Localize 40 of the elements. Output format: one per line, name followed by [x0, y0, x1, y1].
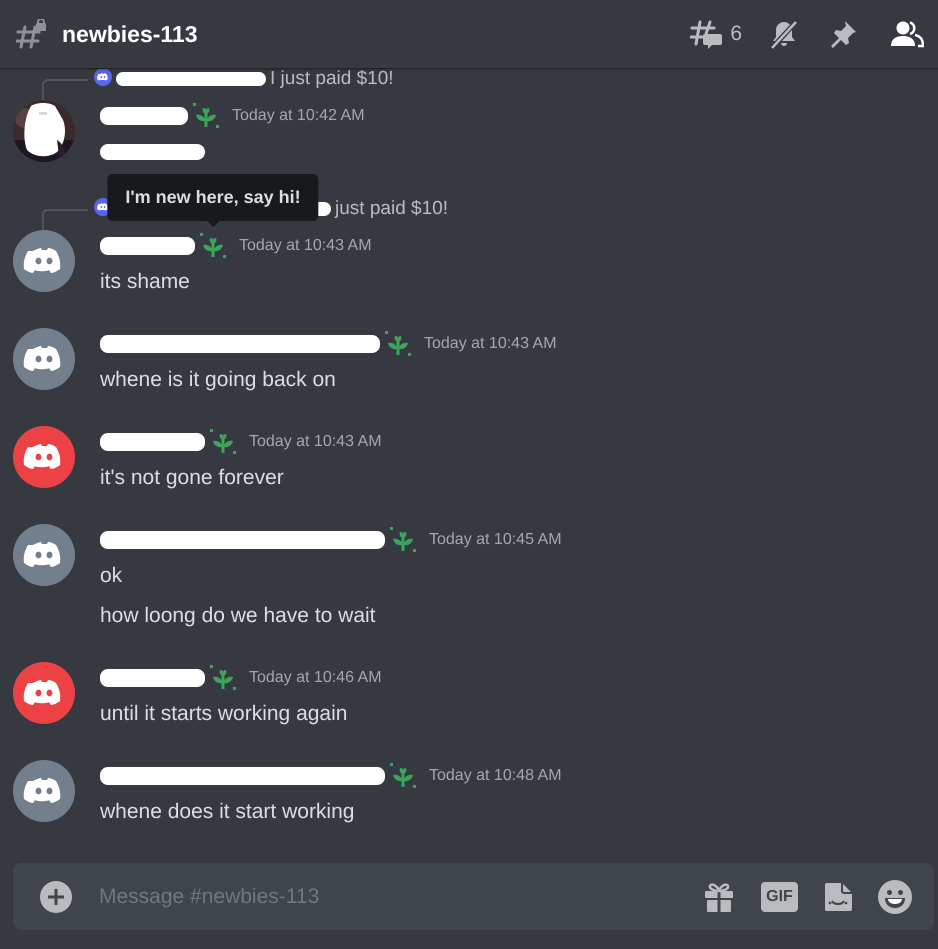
message-text: until it starts working again — [100, 702, 348, 726]
avatar-icon[interactable] — [13, 230, 75, 292]
message-text: how loong do we have to wait — [100, 604, 376, 628]
sprout-icon[interactable] — [192, 101, 220, 131]
avatar-icon[interactable] — [13, 524, 75, 586]
gift-icon[interactable] — [703, 880, 735, 912]
timestamp: Today at 10:43 AM — [249, 433, 382, 451]
timestamp: Today at 10:43 AM — [424, 335, 557, 353]
sprout-icon[interactable] — [209, 663, 237, 693]
channel-name: newbies-113 — [62, 20, 198, 48]
thread-count: 6 — [730, 22, 742, 46]
message-text: its shame — [100, 270, 190, 294]
avatar-icon[interactable] — [13, 760, 75, 822]
muted-bell-icon[interactable] — [768, 18, 800, 50]
sticker-icon[interactable] — [822, 880, 854, 912]
emoji-icon[interactable] — [878, 880, 912, 914]
sprout-icon[interactable] — [199, 231, 227, 261]
timestamp: Today at 10:43 AM — [239, 237, 372, 255]
reply-preview[interactable]: just paid $10! — [335, 198, 448, 220]
message-text: whene is it going back on — [100, 368, 336, 392]
timestamp: Today at 10:45 AM — [429, 531, 562, 549]
tooltip: I'm new here, say hi! — [107, 174, 319, 227]
sprout-icon[interactable] — [384, 329, 412, 359]
message-text: it's not gone forever — [100, 466, 284, 490]
message-text: ok — [100, 564, 122, 588]
avatar-icon[interactable] — [13, 662, 75, 724]
reply-preview[interactable]: I just paid $10! — [270, 68, 394, 90]
members-icon[interactable] — [890, 20, 924, 48]
timestamp: Today at 10:46 AM — [249, 669, 382, 687]
sprout-icon[interactable] — [389, 525, 417, 555]
channel-icon — [16, 19, 48, 49]
sprout-icon[interactable] — [389, 761, 417, 791]
gif-button[interactable]: GIF — [761, 882, 798, 912]
message-text: whene does it start working — [100, 800, 354, 824]
avatar-icon[interactable] — [13, 328, 75, 390]
sprout-icon[interactable] — [209, 427, 237, 457]
timestamp: Today at 10:42 AM — [232, 107, 365, 125]
add-icon[interactable] — [40, 880, 72, 912]
avatar-icon[interactable] — [13, 426, 75, 488]
timestamp: Today at 10:48 AM — [429, 767, 562, 785]
